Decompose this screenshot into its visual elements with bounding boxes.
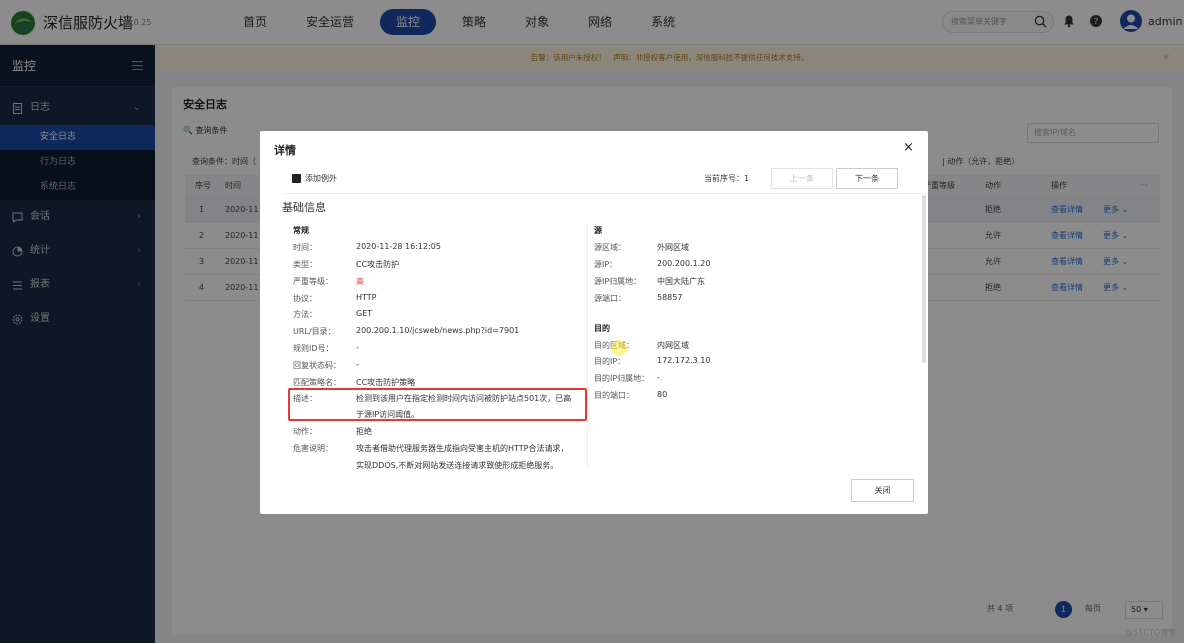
field-label: 源区域： xyxy=(594,243,626,252)
field-label: 协议： xyxy=(293,294,317,303)
current-seq-value: 1 xyxy=(744,174,750,183)
field-label: 严重等级： xyxy=(293,277,333,286)
current-seq-label: 当前序号： xyxy=(704,174,744,183)
modal-title: 详情 xyxy=(274,144,296,157)
add-exception-label[interactable]: 添加例外 xyxy=(305,173,337,184)
field-value: 内网区域 xyxy=(657,341,689,350)
field-label: 目的IP归属地： xyxy=(594,374,650,383)
mouse-cursor-highlight xyxy=(611,340,627,356)
field-value: - xyxy=(356,343,359,352)
dest-heading: 目的 xyxy=(594,324,610,333)
field-label: 类型： xyxy=(293,260,317,269)
source-heading: 源 xyxy=(594,226,602,235)
detail-modal: 详情 × 添加例外 当前序号：1 上一条 下一条 基础信息 常规 时间： 2020… xyxy=(260,131,928,514)
modal-scrollbar[interactable] xyxy=(922,195,926,363)
field-value: - xyxy=(356,360,359,369)
description-highlight-box xyxy=(288,388,587,421)
modal-divider xyxy=(284,193,924,194)
field-label: 源IP归属地： xyxy=(594,277,642,286)
field-label: 时间： xyxy=(293,243,317,252)
field-label: 源端口： xyxy=(594,294,626,303)
field-value: GET xyxy=(356,309,373,318)
field-label: 目的IP： xyxy=(594,357,626,366)
field-label: 匹配策略名： xyxy=(293,378,341,387)
column-divider xyxy=(587,223,588,468)
field-value: HTTP xyxy=(356,293,377,302)
next-button[interactable]: 下一条 xyxy=(836,168,898,189)
url-link[interactable]: 200.200.1.10/jcsweb/news.php?id=7901 xyxy=(356,326,519,335)
field-value: 80 xyxy=(657,390,668,399)
field-value: - xyxy=(657,373,660,382)
field-value: 高 xyxy=(356,277,364,286)
field-label: 回复状态码： xyxy=(293,361,341,370)
field-value: 200.200.1.20 xyxy=(657,259,711,268)
basic-info-heading: 基础信息 xyxy=(282,201,326,214)
field-value: 中国大陆广东 xyxy=(657,277,705,286)
field-label: 源IP： xyxy=(594,260,618,269)
field-label: URL/目录： xyxy=(293,327,336,336)
field-label: 危害说明： xyxy=(293,444,333,453)
harm-line-2: 实现DDOS,不断对网站发送连接请求致使形成拒绝服务。 xyxy=(356,461,559,470)
field-label: 规则ID号： xyxy=(293,344,334,353)
field-value: 外网区域 xyxy=(657,243,689,252)
harm-line-1: 攻击者借助代理服务器生成指向受害主机的HTTP合法请求， xyxy=(356,444,569,453)
field-label: 目的端口： xyxy=(594,391,634,400)
field-label: 动作： xyxy=(293,427,317,436)
add-exception-checkbox[interactable] xyxy=(292,174,301,183)
current-seq: 当前序号：1 xyxy=(704,173,749,184)
close-icon[interactable]: × xyxy=(903,140,914,155)
field-value: 拒绝 xyxy=(356,427,372,436)
field-value: CC攻击防护策略 xyxy=(356,378,416,387)
prev-button[interactable]: 上一条 xyxy=(771,168,833,189)
field-value: 58857 xyxy=(657,293,683,302)
field-value: 2020-11-28 16:12:05 xyxy=(356,242,441,251)
field-value: 172.172.3.10 xyxy=(657,356,711,365)
field-value: CC攻击防护 xyxy=(356,260,400,269)
general-heading: 常规 xyxy=(293,226,309,235)
close-button[interactable]: 关闭 xyxy=(851,479,914,502)
field-label: 方法： xyxy=(293,310,317,319)
